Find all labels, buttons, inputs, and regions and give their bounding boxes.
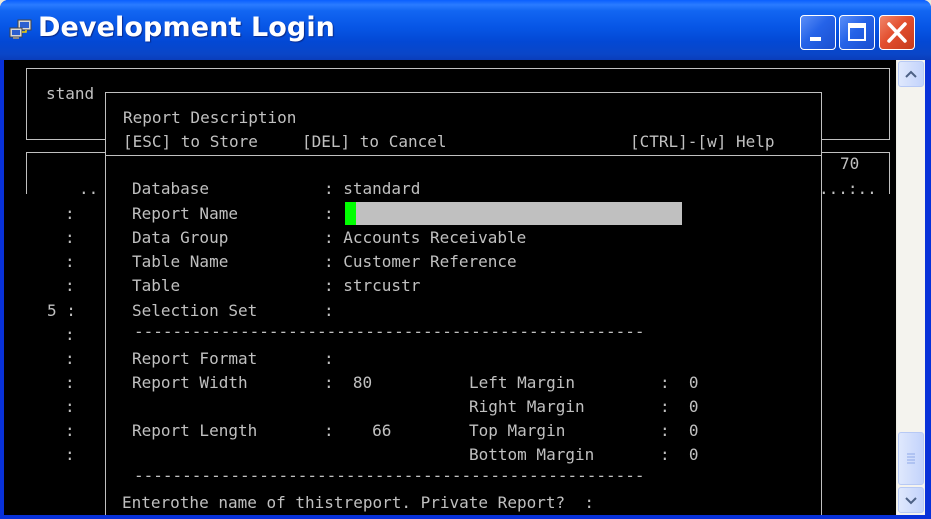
window-border-right [925,60,931,519]
label-right-margin: Right Margin [469,397,585,416]
value-table-name: : Customer Reference [324,252,517,271]
maximize-icon [848,23,866,41]
minimize-icon [810,37,821,41]
value-top-margin: : 0 [660,421,699,440]
label-table: Table [132,276,181,295]
bg-gutter-3: : [65,276,75,295]
bg-col-70: 70 [840,154,860,173]
bg-dots: .. [79,179,99,198]
value-data-group: : Accounts Receivable [324,228,527,247]
dialog-border-top [105,92,821,93]
label-data-group: Data Group [132,228,229,247]
terminal-window: Development Login stand 70 ...:.. ..::… [0,0,931,519]
value-table: : strcustr [324,276,421,295]
separator-bottom: ----------------------------------------… [134,466,645,485]
bg-gutter-4: 5 : [47,301,76,320]
window-border-bottom [0,515,931,519]
bg-box-left [26,68,27,140]
vertical-scrollbar[interactable] [896,60,926,515]
dialog-border-right [821,92,822,515]
minimize-button[interactable] [800,15,836,50]
label-report-name: Report Name [132,204,238,223]
hint-ctrl-w-help: [CTRL]-[w] Help [630,132,775,151]
terminal-network-icon [9,19,32,39]
bg-gutter-8: : [65,397,75,416]
scroll-down-button[interactable] [898,487,924,513]
bg-gutter-7: : [65,373,75,392]
value-report-name-colon: : [324,204,334,223]
grip-icon [907,453,915,464]
value-report-length: : 66 [324,421,392,440]
scroll-up-button[interactable] [898,61,924,87]
report-name-input[interactable] [345,202,682,225]
label-report-format: Report Format [132,349,258,368]
label-selection-set: Selection Set [132,301,258,320]
label-report-length: Report Length [132,421,258,440]
title-bar[interactable]: Development Login [0,0,931,60]
bg-ruler-left [26,152,27,194]
hint-del-cancel: [DEL] to Cancel [302,132,447,151]
value-bottom-margin: : 0 [660,445,699,464]
chevron-down-icon [905,497,917,505]
separator-top: ----------------------------------------… [134,322,645,341]
bg-box-right [889,68,890,140]
bg-gutter-10: : [65,445,75,464]
bg-gutter-1: : [65,228,75,247]
value-database: : standard [324,179,421,198]
label-left-margin: Left Margin [469,373,575,392]
bg-gutter-5: : [65,325,75,344]
bg-ruler-right [889,152,890,194]
status-prompt: Enterothe name of thistreport. Private R… [122,493,595,512]
maximize-button[interactable] [839,15,875,50]
label-top-margin: Top Margin [469,421,566,440]
window-title: Development Login [38,12,335,43]
chevron-up-icon [905,70,917,78]
value-left-margin: : 0 [660,373,699,392]
bg-gutter-0: : [65,204,75,223]
bg-box-top [26,68,890,69]
bg-gutter-6: : [65,349,75,368]
value-right-margin: : 0 [660,397,699,416]
label-database: Database [132,179,210,198]
bg-gutter-2: : [65,252,75,271]
bg-stand-text: stand [46,84,95,103]
label-report-width: Report Width [132,373,248,392]
label-bottom-margin: Bottom Margin [469,445,595,464]
text-cursor [345,202,356,225]
terminal-screen[interactable]: stand 70 ...:.. .. : : : : 5 : : : : : :… [4,60,896,515]
bg-gutter-9: : [65,421,75,440]
scroll-thumb[interactable] [898,432,924,485]
bg-ruler-dots: ...:.. [819,179,877,198]
value-report-format: : [324,349,334,368]
close-icon [887,22,907,43]
hint-esc-store: [ESC] to Store [123,132,258,151]
label-table-name: Table Name [132,252,229,271]
dialog-header-divider [105,155,821,156]
value-report-width: : 80 [324,373,373,392]
dialog-title: Report Description [123,108,297,127]
close-button[interactable] [879,15,915,50]
value-selection-set: : [324,301,334,320]
